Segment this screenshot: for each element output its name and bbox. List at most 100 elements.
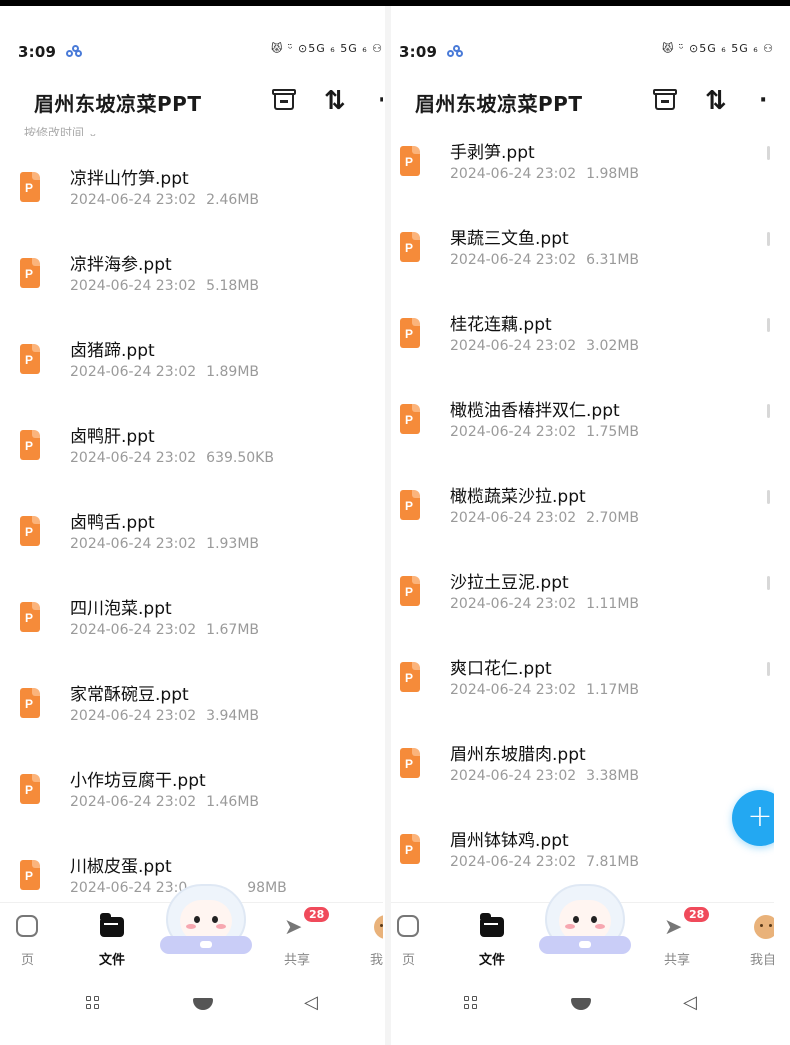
file-size: 1.46MB	[206, 794, 260, 810]
ppt-file-icon: P	[20, 430, 40, 460]
ppt-file-icon: P	[400, 748, 420, 778]
select-indicator[interactable]	[767, 404, 770, 418]
tab-files-label: 文件	[478, 953, 505, 968]
file-name: 眉州东坡腊肉.ppt	[450, 745, 586, 765]
mascot-icon[interactable]	[160, 884, 252, 956]
file-name: 眉州钵钵鸡.ppt	[450, 831, 569, 851]
file-name: 卤鸭舌.ppt	[70, 513, 155, 533]
ppt-file-icon: P	[400, 232, 420, 262]
file-meta: 2024-06-24 23:02 3.94MB	[70, 708, 259, 724]
file-name: 四川泡菜.ppt	[70, 599, 172, 619]
file-meta: 2024-06-24 23:02 1.67MB	[70, 622, 259, 638]
status-icons: 😾 ᵕ̈ ⊙5G ₆ 5G ₆ ⚇	[662, 42, 774, 55]
file-row[interactable]: P 沙拉土豆泥.ppt 2024-06-24 23:02 1.11MB	[391, 556, 774, 642]
archive-box-icon[interactable]	[653, 89, 677, 111]
ppt-file-icon: P	[20, 258, 40, 288]
file-size: 1.67MB	[206, 622, 260, 638]
file-date: 2024-06-24 23:02	[450, 596, 577, 612]
select-indicator[interactable]	[767, 490, 770, 504]
tab-share-label: 共享	[283, 953, 310, 968]
file-name: 家常酥碗豆.ppt	[70, 685, 189, 705]
file-date: 2024-06-24 23:02	[450, 510, 577, 526]
file-size: 6.31MB	[586, 252, 640, 268]
ppt-file-icon: P	[20, 688, 40, 718]
folder-icon	[480, 913, 504, 937]
sort-icon[interactable]: ⇅	[324, 86, 346, 116]
file-meta: 2024-06-24 23:02 2.70MB	[450, 510, 639, 526]
left-screen: 3:09 😾 ᵕ̈ ⊙5G ₆ 5G ₆ ⚇ 眉州东坡凉菜PPT ⇅ · 按修改…	[0, 6, 383, 1045]
file-name: 沙拉土豆泥.ppt	[450, 573, 569, 593]
status-time: 3:09	[18, 43, 57, 61]
app-bar: 眉州东坡凉菜PPT ⇅ ·	[391, 84, 774, 120]
select-indicator[interactable]	[767, 576, 770, 590]
file-row[interactable]: P 卤鸭肝.ppt 2024-06-24 23:02 639.50KB	[0, 410, 383, 496]
system-nav-bar: ◁	[0, 986, 383, 1026]
file-row[interactable]: P 凉拌山竹笋.ppt 2024-06-24 23:02 2.46MB	[0, 152, 383, 238]
ppt-file-icon: P	[400, 576, 420, 606]
select-indicator[interactable]	[767, 662, 770, 676]
ppt-file-icon: P	[20, 344, 40, 374]
file-size: 1.17MB	[586, 682, 640, 698]
tab-share-label: 共享	[663, 953, 690, 968]
nav-recents-icon[interactable]	[86, 996, 100, 1010]
nav-home-icon[interactable]	[193, 998, 213, 1010]
file-meta: 2024-06-24 23:02 2.46MB	[70, 192, 259, 208]
sort-order-label[interactable]: 按修改时间 ⌄	[24, 124, 98, 136]
archive-box-icon[interactable]	[272, 89, 296, 111]
file-name: 手剥笋.ppt	[450, 143, 535, 163]
share-badge: 28	[684, 907, 710, 922]
select-indicator[interactable]	[767, 318, 770, 332]
file-row[interactable]: P 卤猪蹄.ppt 2024-06-24 23:02 1.89MB	[0, 324, 383, 410]
file-row[interactable]: P 卤鸭舌.ppt 2024-06-24 23:02 1.93MB	[0, 496, 383, 582]
file-row[interactable]: P 橄榄油香椿拌双仁.ppt 2024-06-24 23:02 1.75MB	[391, 384, 774, 470]
nav-recents-icon[interactable]	[464, 996, 478, 1010]
file-row[interactable]: P 果蔬三文鱼.ppt 2024-06-24 23:02 6.31MB	[391, 212, 774, 298]
file-name: 川椒皮蛋.ppt	[70, 857, 172, 877]
mascot-icon[interactable]	[539, 884, 631, 956]
app-bar: 眉州东坡凉菜PPT ⇅ ·	[0, 84, 383, 120]
file-row[interactable]: P 手剥笋.ppt 2024-06-24 23:02 1.98MB	[391, 126, 774, 212]
file-row[interactable]: P 爽口花仁.ppt 2024-06-24 23:02 1.17MB	[391, 642, 774, 728]
ppt-file-icon: P	[20, 516, 40, 546]
file-row[interactable]: P 眉州东坡腊肉.ppt 2024-06-24 23:02 3.38MB	[391, 728, 774, 814]
file-row[interactable]: P 桂花连藕.ppt 2024-06-24 23:02 3.02MB	[391, 298, 774, 384]
file-list: P 手剥笋.ppt 2024-06-24 23:02 1.98MB P 果蔬三文鱼…	[391, 126, 774, 900]
tab-files-label: 文件	[98, 953, 125, 968]
file-size: 2.70MB	[586, 510, 640, 526]
tab-home-label: 页	[401, 953, 415, 968]
file-date: 2024-06-24 23:02	[450, 338, 577, 354]
ppt-file-icon: P	[400, 318, 420, 348]
file-size: 1.11MB	[586, 596, 640, 612]
more-icon[interactable]: ·	[759, 88, 767, 113]
file-row[interactable]: P 小作坊豆腐干.ppt 2024-06-24 23:02 1.46MB	[0, 754, 383, 840]
file-date: 2024-06-24 23:02	[70, 708, 197, 724]
nav-home-icon[interactable]	[571, 998, 591, 1010]
file-size: 639.50KB	[206, 450, 274, 466]
file-date: 2024-06-24 23:02	[70, 536, 197, 552]
file-date: 2024-06-24 23:02	[450, 424, 577, 440]
file-row[interactable]: P 橄榄蔬菜沙拉.ppt 2024-06-24 23:02 2.70MB	[391, 470, 774, 556]
ppt-file-icon: P	[20, 774, 40, 804]
status-bar: 3:09 😾 ᵕ̈ ⊙5G ₆ 5G ₆ ⚇	[18, 42, 383, 62]
file-meta: 2024-06-24 23:02 5.18MB	[70, 278, 259, 294]
more-icon[interactable]: ·	[378, 88, 383, 113]
file-meta: 2024-06-24 23:02 1.93MB	[70, 536, 259, 552]
file-name: 小作坊豆腐干.ppt	[70, 771, 206, 791]
ppt-file-icon: P	[400, 490, 420, 520]
sort-icon[interactable]: ⇅	[705, 86, 727, 116]
home-icon	[397, 915, 419, 937]
file-size: 1.93MB	[206, 536, 260, 552]
select-indicator[interactable]	[767, 146, 770, 160]
nav-back-icon[interactable]: ◁	[683, 992, 697, 1013]
select-indicator[interactable]	[767, 232, 770, 246]
right-screen: 3:09 😾 ᵕ̈ ⊙5G ₆ 5G ₆ ⚇ 眉州东坡凉菜PPT ⇅ · P 手…	[391, 6, 774, 1045]
folder-icon	[100, 913, 124, 937]
nav-back-icon[interactable]: ◁	[304, 992, 318, 1013]
tab-mine-label: 我自	[749, 953, 774, 968]
file-row[interactable]: P 家常酥碗豆.ppt 2024-06-24 23:02 3.94MB	[0, 668, 383, 754]
file-row[interactable]: P 四川泡菜.ppt 2024-06-24 23:02 1.67MB	[0, 582, 383, 668]
file-name: 卤猪蹄.ppt	[70, 341, 155, 361]
file-row[interactable]: P 凉拌海参.ppt 2024-06-24 23:02 5.18MB	[0, 238, 383, 324]
avatar-icon	[374, 915, 383, 939]
file-date: 2024-06-24 23:02	[450, 854, 577, 870]
